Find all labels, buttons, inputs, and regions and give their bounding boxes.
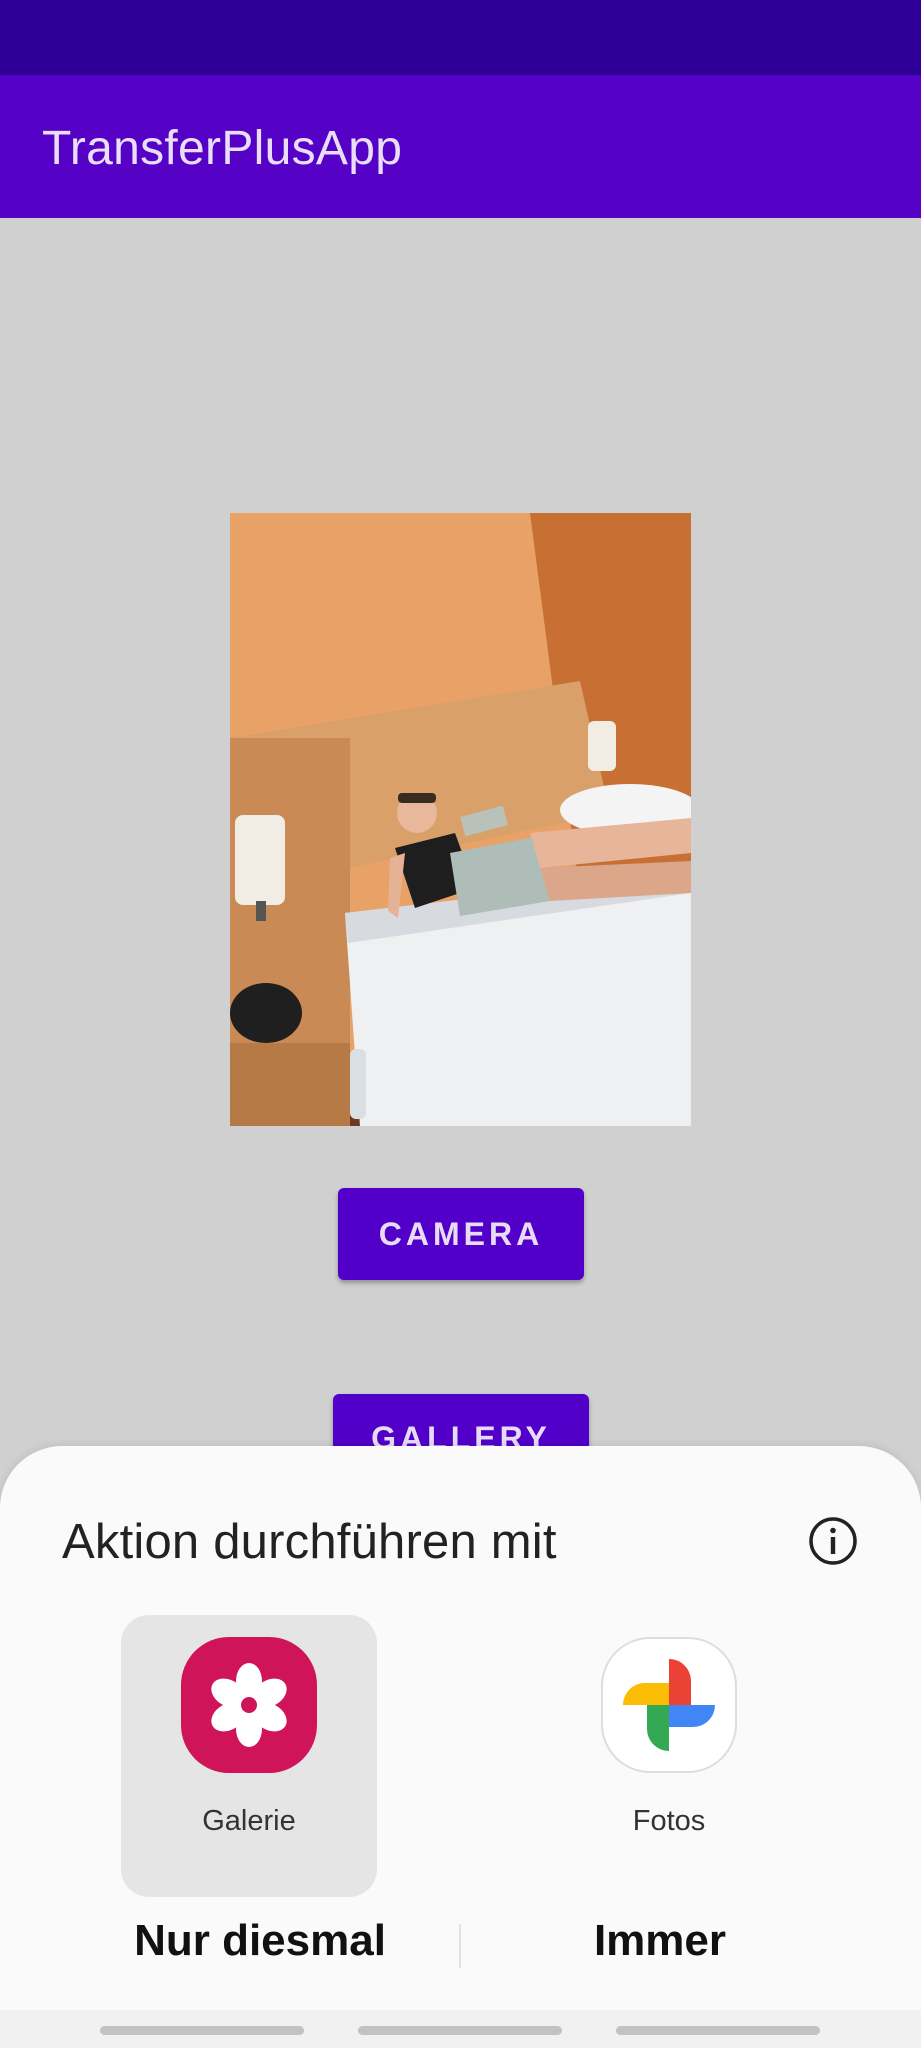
app-label-fotos: Fotos bbox=[632, 1805, 706, 1837]
app-label-galerie: Galerie bbox=[202, 1805, 296, 1837]
app-option-galerie[interactable]: Galerie bbox=[121, 1615, 377, 1897]
sheet-title: Aktion durchführen mit bbox=[62, 1515, 557, 1569]
app-bar: TransferPlusApp bbox=[0, 75, 921, 218]
nav-handle-right[interactable] bbox=[616, 2026, 820, 2035]
info-icon[interactable] bbox=[808, 1516, 858, 1566]
just-once-button[interactable]: Nur diesmal bbox=[95, 1916, 425, 1966]
google-photos-pinwheel-icon bbox=[601, 1637, 737, 1773]
status-bar bbox=[0, 0, 921, 75]
navigation-bar bbox=[0, 2010, 921, 2048]
selected-photo bbox=[230, 513, 691, 1126]
galerie-flower-icon bbox=[181, 1637, 317, 1773]
app-title: TransferPlusApp bbox=[42, 122, 403, 175]
open-with-bottom-sheet: Aktion durchführen mit Galerie Fotos Nur… bbox=[0, 1446, 921, 2048]
camera-button[interactable]: CAMERA bbox=[338, 1188, 584, 1280]
action-divider bbox=[459, 1924, 461, 1968]
nav-handle-left[interactable] bbox=[100, 2026, 304, 2035]
nav-handle-center[interactable] bbox=[358, 2026, 562, 2035]
always-button[interactable]: Immer bbox=[495, 1916, 825, 1966]
app-option-fotos[interactable]: Fotos bbox=[541, 1615, 797, 1897]
